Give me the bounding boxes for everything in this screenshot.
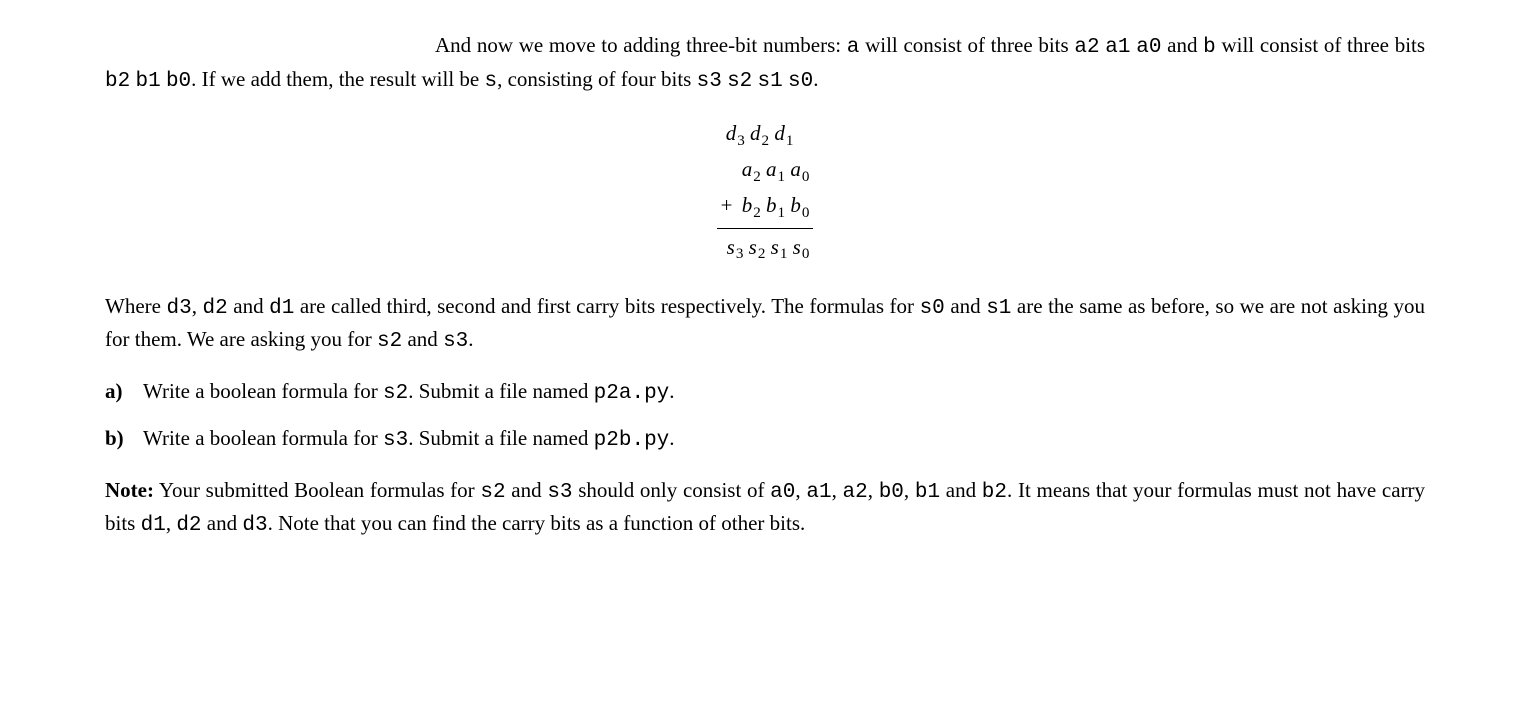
var-b0: b0	[166, 70, 191, 93]
text: . Note that you can find the carry bits …	[268, 511, 806, 535]
var-a2: a2	[1074, 36, 1099, 59]
addition-diagram: d3 d2 d1 a2 a1 a0 + b2 b1 b0 s3 s2 s1 s0	[105, 117, 1425, 267]
text: . Submit a file named	[408, 379, 593, 403]
text: And now we move to adding three-bit numb…	[435, 33, 847, 57]
question-a-label: a)	[105, 376, 143, 410]
text: and	[1161, 33, 1203, 57]
var-s0: s0	[788, 70, 813, 93]
filename: p2b.py	[594, 429, 670, 452]
text: ,	[192, 294, 203, 318]
text: Write a boolean formula for	[143, 426, 383, 450]
text: should only consist of	[573, 478, 771, 502]
var-s2: s2	[377, 330, 402, 353]
var-d1: d1	[269, 297, 294, 320]
var-s3: s3	[443, 330, 468, 353]
var-s2: s2	[727, 70, 752, 93]
text: .	[669, 379, 674, 403]
var-s1: s1	[758, 70, 783, 93]
intro-paragraph: And now we move to adding three-bit numb…	[105, 30, 1425, 97]
var-a0: a0	[770, 481, 795, 504]
text: and	[506, 478, 548, 502]
text: . Submit a file named	[408, 426, 593, 450]
text: will consist of three bits	[1216, 33, 1425, 57]
var-d1: d1	[141, 514, 166, 537]
var-a1: a1	[806, 481, 831, 504]
var-a2: a2	[843, 481, 868, 504]
question-b: b) Write a boolean formula for s3. Submi…	[105, 423, 1425, 457]
var-a1: a1	[1105, 36, 1130, 59]
var-s3: s3	[383, 429, 408, 452]
carry-bits-row: d3 d2 d1	[717, 117, 814, 153]
var-d3: d3	[242, 514, 267, 537]
text: . If we add them, the result will be	[191, 67, 484, 91]
question-b-body: Write a boolean formula for s3. Submit a…	[143, 423, 1425, 457]
text: Where	[105, 294, 167, 318]
var-s1: s1	[986, 297, 1011, 320]
var-d2: d2	[176, 514, 201, 537]
var-s2: s2	[480, 481, 505, 504]
question-list: a) Write a boolean formula for s2. Submi…	[105, 376, 1425, 457]
text: .	[669, 426, 674, 450]
filename: p2a.py	[594, 382, 670, 405]
text: will consist of three bits	[859, 33, 1074, 57]
var-b2: b2	[105, 70, 130, 93]
question-a: a) Write a boolean formula for s2. Submi…	[105, 376, 1425, 410]
text: and	[940, 478, 982, 502]
var-s: s	[485, 70, 498, 93]
var-b2: b2	[982, 481, 1007, 504]
var-s2: s2	[383, 382, 408, 405]
operand-a-row: a2 a1 a0	[717, 153, 814, 189]
question-a-body: Write a boolean formula for s2. Submit a…	[143, 376, 1425, 410]
var-d2: d2	[203, 297, 228, 320]
var-s0: s0	[920, 297, 945, 320]
question-b-label: b)	[105, 423, 143, 457]
text: are called third, second and first carry…	[294, 294, 919, 318]
text: ,	[868, 478, 879, 502]
var-a0: a0	[1136, 36, 1161, 59]
sum-row: s3 s2 s1 s0	[717, 228, 814, 267]
operand-b-row: + b2 b1 b0	[717, 189, 814, 225]
text: .	[468, 327, 473, 351]
text: and	[202, 511, 243, 535]
var-b0: b0	[879, 481, 904, 504]
text: ,	[166, 511, 177, 535]
note-label: Note:	[105, 478, 154, 502]
var-s3: s3	[697, 70, 722, 93]
text: ,	[795, 478, 806, 502]
text: and	[402, 327, 443, 351]
plus-sign: +	[721, 193, 733, 217]
note-paragraph: Note: Your submitted Boolean formulas fo…	[105, 475, 1425, 542]
text: ,	[832, 478, 843, 502]
text: .	[813, 67, 818, 91]
var-s3: s3	[547, 481, 572, 504]
var-d3: d3	[167, 297, 192, 320]
var-a: a	[847, 36, 860, 59]
text: , consisting of four bits	[497, 67, 697, 91]
var-b1: b1	[915, 481, 940, 504]
text: and	[228, 294, 269, 318]
explanation-paragraph: Where d3, d2 and d1 are called third, se…	[105, 291, 1425, 358]
var-b: b	[1203, 36, 1216, 59]
text: Write a boolean formula for	[143, 379, 383, 403]
text: Your submitted Boolean formulas for	[154, 478, 480, 502]
text: ,	[904, 478, 915, 502]
var-b1: b1	[135, 70, 160, 93]
text: and	[945, 294, 986, 318]
